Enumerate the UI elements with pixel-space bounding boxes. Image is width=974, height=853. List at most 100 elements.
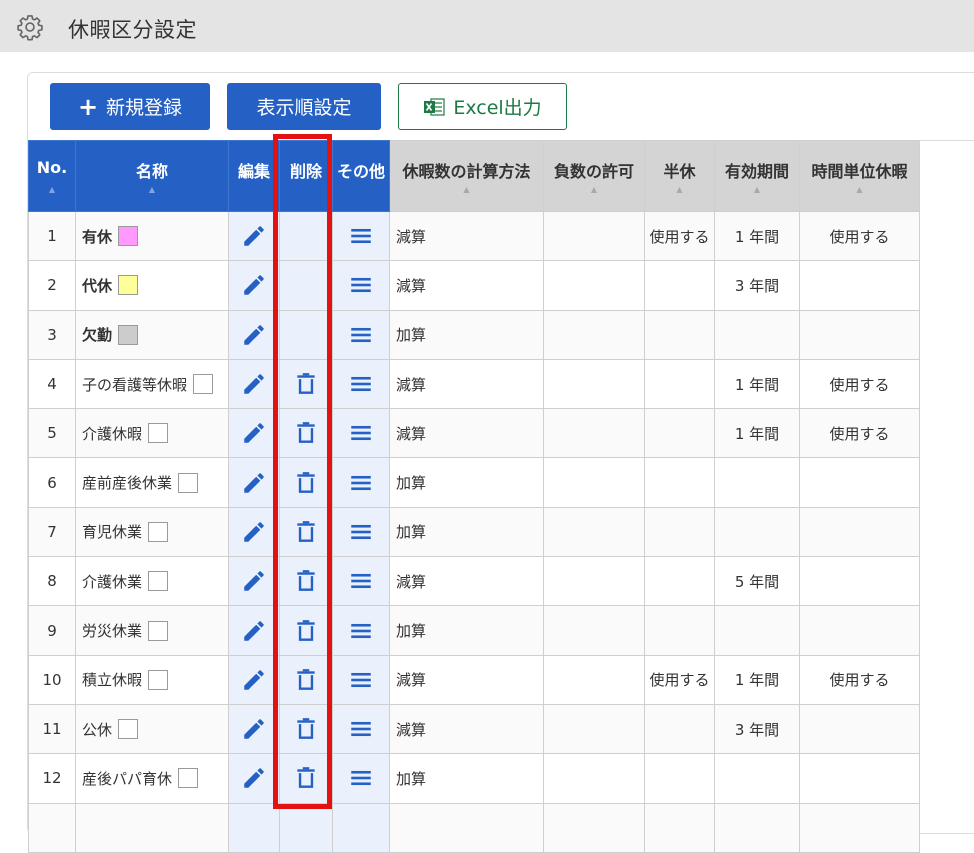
delete-icon[interactable] [293, 570, 319, 592]
edit-icon[interactable] [241, 226, 267, 246]
new-registration-button[interactable]: + 新規登録 [50, 83, 210, 130]
excel-icon [424, 97, 445, 116]
leave-type-name[interactable]: 労災休業 [82, 622, 142, 640]
cell-name: 産前産後休業 [75, 457, 229, 508]
cell-negative [543, 506, 645, 558]
column-no[interactable]: No. ▲ [28, 140, 76, 212]
cell-validity: 1 年間 [714, 408, 800, 459]
edit-icon[interactable] [241, 571, 267, 591]
leave-type-name[interactable]: 積立休暇 [82, 671, 142, 689]
edit-icon[interactable] [241, 620, 267, 641]
cell-other [332, 654, 390, 705]
column-hourly[interactable]: 時間単位休暇 ▲ [799, 140, 920, 212]
cell-no: 1 [28, 210, 76, 262]
edit-icon[interactable] [241, 374, 267, 394]
leave-type-name[interactable]: 介護休暇 [82, 425, 142, 443]
delete-icon[interactable] [293, 718, 319, 739]
column-name[interactable]: 名称 ▲ [75, 140, 229, 212]
cell-half-day [644, 605, 715, 656]
menu-icon[interactable] [348, 720, 374, 738]
edit-icon[interactable] [241, 275, 267, 296]
display-order-button[interactable]: 表示順設定 [227, 83, 381, 130]
edit-icon[interactable] [241, 670, 267, 690]
cell-name: 積立休暇 [75, 654, 229, 705]
delete-icon[interactable] [293, 471, 319, 493]
edit-icon[interactable] [241, 324, 267, 345]
delete-icon[interactable] [293, 767, 319, 789]
color-swatch [148, 571, 169, 592]
cell-negative [543, 654, 645, 705]
cell-calc-method: 減算 [389, 556, 544, 607]
menu-icon[interactable] [348, 769, 374, 787]
column-edit: 編集 [228, 140, 280, 212]
menu-icon[interactable] [348, 276, 374, 294]
delete-icon[interactable] [293, 373, 319, 394]
cell-negative [543, 802, 645, 853]
menu-icon[interactable] [348, 227, 374, 245]
excel-export-button[interactable]: Excel出力 [398, 83, 567, 130]
table-row [28, 802, 920, 853]
edit-icon[interactable] [241, 472, 267, 493]
cell-hourly [799, 556, 920, 607]
cell-validity: 3 年間 [714, 260, 800, 311]
leave-type-name[interactable]: 産前産後休業 [82, 474, 172, 492]
column-validity-label: 有効期間 [724, 162, 789, 181]
cell-name: 介護休暇 [75, 408, 229, 459]
leave-type-name[interactable]: 子の看護等休暇 [82, 376, 187, 394]
cell-validity [714, 457, 800, 508]
cell-hourly [799, 703, 920, 755]
leave-type-name[interactable]: 育児休業 [82, 523, 142, 541]
sort-icon: ▲ [463, 185, 470, 194]
column-calc-method[interactable]: 休暇数の計算方法 ▲ [389, 140, 544, 212]
table-row: 8 介護休業 減算 5 年間 [28, 556, 920, 607]
cell-half-day [644, 802, 715, 853]
cell-other [332, 556, 390, 607]
edit-icon[interactable] [241, 423, 267, 444]
cell-other [332, 605, 390, 656]
menu-icon[interactable] [348, 325, 374, 343]
column-delete: 削除 [279, 140, 333, 212]
cell-validity: 1 年間 [714, 358, 800, 410]
edit-icon[interactable] [241, 768, 267, 789]
cell-half-day [644, 260, 715, 311]
column-negative[interactable]: 負数の許可 ▲ [543, 140, 645, 212]
cell-delete [279, 506, 333, 558]
cell-other [332, 506, 390, 558]
menu-icon[interactable] [348, 473, 374, 491]
column-half-day[interactable]: 半休 ▲ [644, 140, 715, 212]
cell-validity: 3 年間 [714, 703, 800, 755]
menu-icon[interactable] [348, 670, 374, 688]
cell-negative [543, 358, 645, 410]
menu-icon[interactable] [348, 522, 374, 540]
sort-icon: ▲ [148, 185, 156, 194]
delete-icon[interactable] [293, 668, 319, 690]
edit-icon[interactable] [241, 522, 267, 542]
page-header: 休暇区分設定 [0, 0, 974, 52]
cell-calc-method: 減算 [389, 210, 544, 262]
cell-name: 公休 [75, 703, 229, 755]
leave-type-name[interactable]: 欠勤 [82, 326, 112, 344]
leave-type-name[interactable]: 介護休業 [82, 573, 142, 591]
menu-icon[interactable] [348, 424, 374, 442]
edit-icon[interactable] [241, 719, 267, 739]
leave-type-name[interactable]: 公休 [82, 721, 112, 739]
cell-delete [279, 260, 333, 311]
menu-icon[interactable] [348, 621, 374, 639]
leave-type-name[interactable]: 産後パパ育休 [82, 770, 172, 788]
column-other-label: その他 [336, 162, 385, 181]
leave-type-name[interactable]: 代休 [82, 277, 112, 295]
cell-edit [228, 654, 280, 705]
delete-icon[interactable] [293, 619, 319, 641]
menu-icon[interactable] [348, 572, 374, 590]
menu-icon[interactable] [348, 375, 374, 393]
column-validity[interactable]: 有効期間 ▲ [714, 140, 800, 212]
table-row: 9 労災休業 加算 [28, 605, 920, 656]
cell-negative [543, 309, 645, 360]
cell-edit [228, 210, 280, 262]
table-row: 1 有休 減算 使用する 1 年間 使用する [28, 210, 920, 262]
cell-hourly [799, 260, 920, 311]
delete-icon[interactable] [293, 422, 319, 444]
leave-type-name[interactable]: 有休 [82, 228, 112, 246]
cell-other [332, 753, 390, 804]
delete-icon[interactable] [293, 521, 319, 542]
